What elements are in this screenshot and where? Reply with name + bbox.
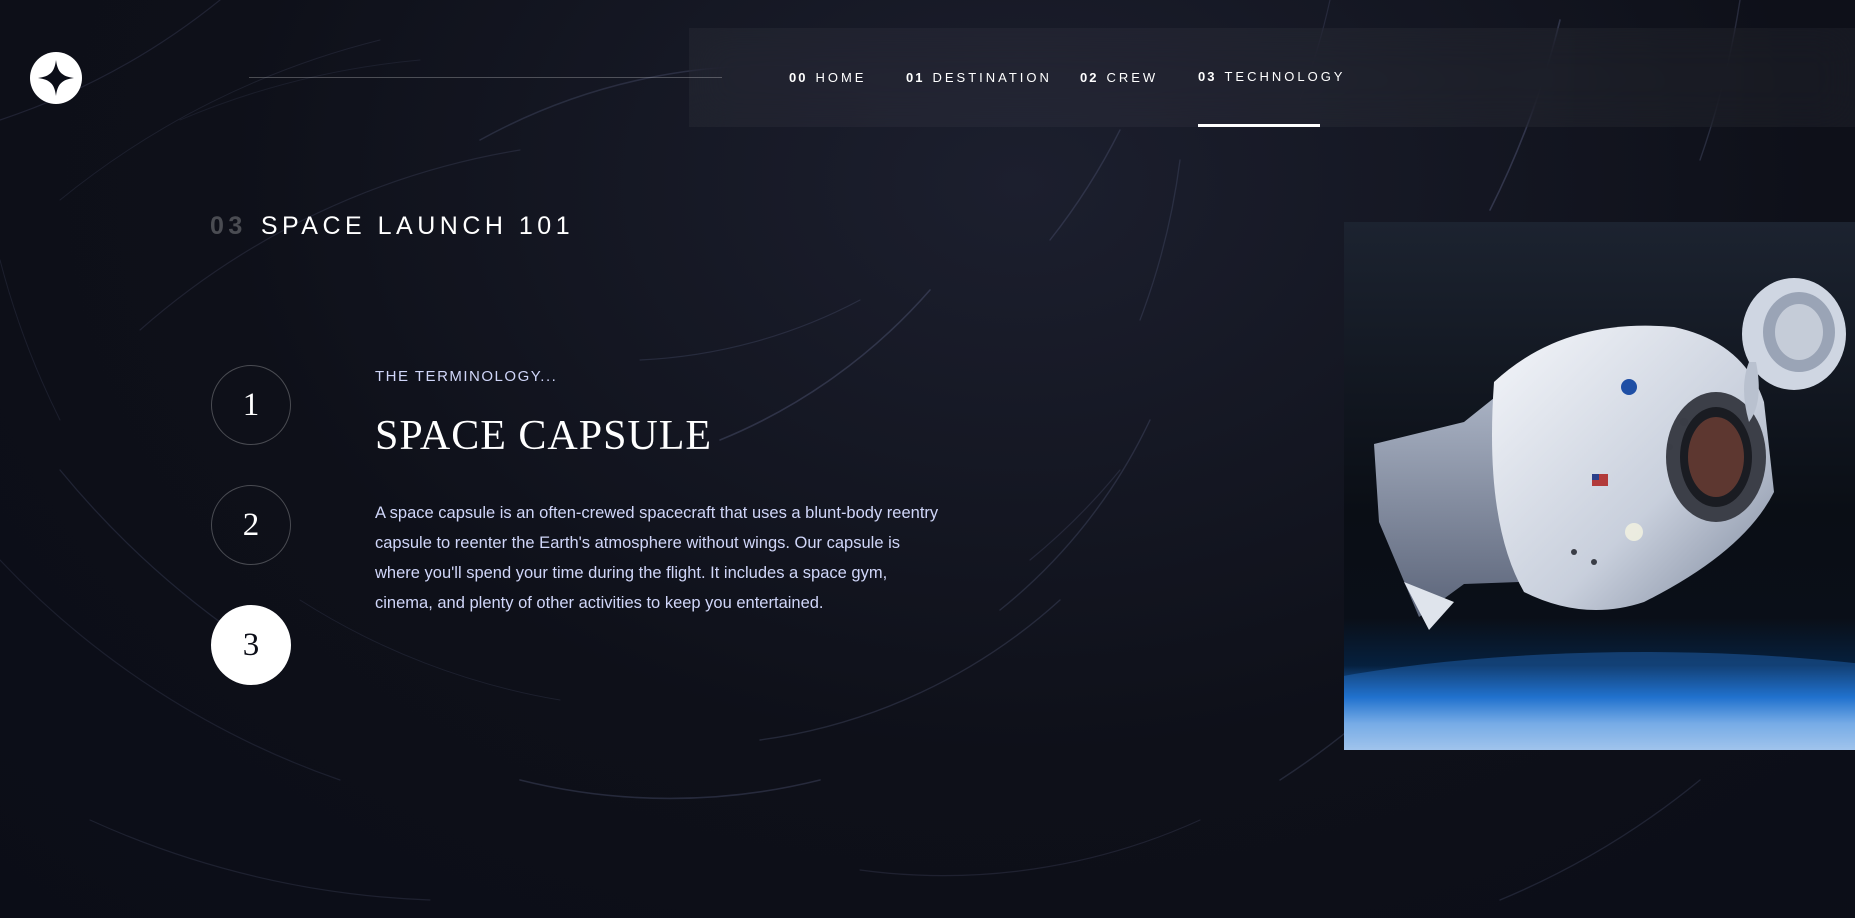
star-icon	[38, 60, 74, 96]
step-button-2[interactable]: 2	[211, 485, 291, 565]
nav-item-number: 00	[789, 70, 808, 85]
nav-item-label: DESTINATION	[932, 70, 1052, 85]
primary-navigation: 00 HOME 01 DESTINATION 02 CREW 03 TECHNO…	[689, 28, 1855, 127]
nav-item-label: TECHNOLOGY	[1224, 68, 1346, 84]
header-divider-line	[249, 77, 722, 78]
nav-item-destination[interactable]: 01 DESTINATION	[906, 28, 1052, 127]
logo[interactable]	[30, 52, 82, 104]
step-button-3[interactable]: 3	[211, 605, 291, 685]
nav-item-home[interactable]: 00 HOME	[789, 28, 866, 127]
nav-item-number: 03	[1198, 68, 1217, 84]
nav-item-label: HOME	[815, 70, 867, 85]
nav-item-crew[interactable]: 02 CREW	[1080, 28, 1158, 127]
eyebrow-number: 03	[210, 212, 247, 240]
technology-title: SPACE CAPSULE	[375, 413, 713, 459]
page-eyebrow-heading: 03 SPACE LAUNCH 101	[210, 212, 574, 241]
nav-item-number: 01	[906, 70, 925, 85]
space-capsule-illustration	[1344, 278, 1855, 750]
nav-item-number: 02	[1080, 70, 1099, 85]
nav-item-technology[interactable]: 03 TECHNOLOGY	[1198, 28, 1342, 127]
eyebrow-text: SPACE LAUNCH 101	[260, 212, 575, 240]
step-button-1[interactable]: 1	[211, 365, 291, 445]
space-capsule-image	[1344, 222, 1855, 750]
nav-item-label: CREW	[1106, 70, 1159, 85]
terminology-kicker: THE TERMINOLOGY...	[375, 368, 558, 385]
technology-description: A space capsule is an often-crewed space…	[375, 504, 939, 612]
